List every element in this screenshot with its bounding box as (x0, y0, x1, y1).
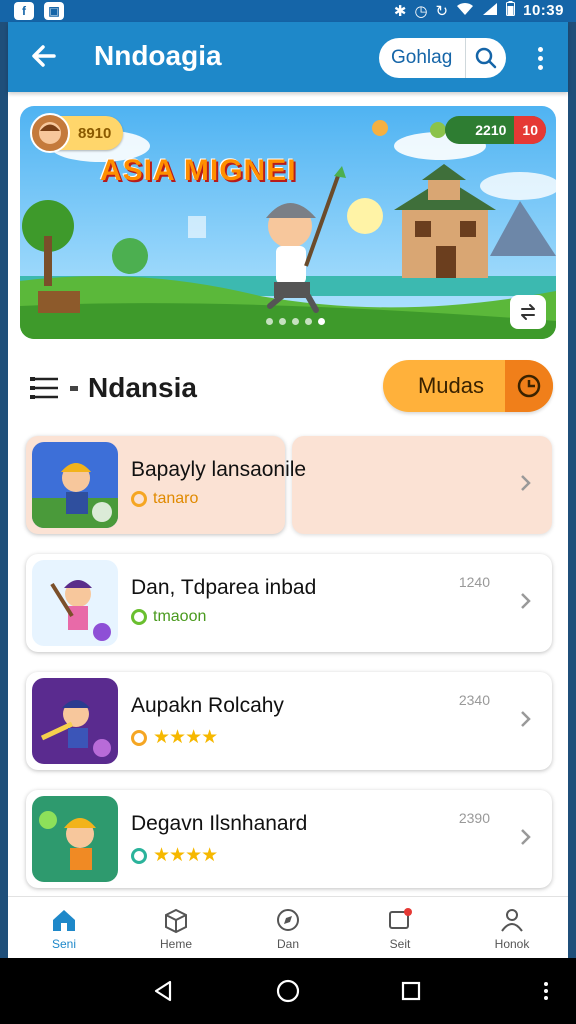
score-value: 2210 (475, 122, 507, 138)
app-bar: Nndoagia Gohlag (8, 22, 568, 92)
rating-stars-icon: ★★★★ (153, 727, 218, 748)
clock-time: 10:39 (523, 2, 564, 19)
back-button[interactable] (24, 36, 64, 76)
item-count: 2390 (458, 810, 490, 826)
list-view-icon[interactable] (26, 370, 62, 406)
image-notification-icon: ▣ (44, 2, 64, 20)
item-subtitle: tanaro (153, 490, 199, 507)
item-meta: ★★★★ (131, 844, 218, 867)
bluetooth-icon: ✱ (393, 2, 407, 20)
nav-item-messages[interactable]: Seit (344, 897, 456, 959)
chevron-right-icon (521, 593, 531, 609)
banner-expand-button[interactable] (510, 295, 546, 329)
nav-label: Seni (51, 937, 77, 951)
system-nav-bar (0, 958, 576, 1024)
sort-button[interactable]: Mudas (383, 360, 553, 412)
clock-icon (505, 360, 553, 412)
carousel-dot[interactable] (305, 318, 312, 325)
nav-label: Honok (494, 937, 530, 951)
section-header: Ndansia Mudas (8, 360, 568, 416)
search-icon[interactable] (465, 38, 506, 78)
item-count: 1240 (458, 574, 490, 590)
nav-item-profile[interactable]: Honok (456, 897, 568, 959)
status-dot-icon (131, 609, 147, 625)
item-title: Aupakn Rolcahy (131, 694, 284, 717)
battery-icon (506, 1, 516, 20)
message-icon (389, 908, 412, 929)
list-item[interactable]: Bapayly lansaonile tanaro (26, 436, 306, 534)
home-icon (53, 910, 75, 931)
list-item[interactable]: Degavn Ilsnhanard ★★★★ 2390 (26, 790, 552, 888)
search-label: Gohlag (391, 47, 453, 68)
status-dot-icon (131, 847, 147, 864)
system-back-button[interactable] (147, 975, 179, 1007)
dots-menu-icon (544, 982, 548, 1000)
nav-item-compass[interactable]: Dan (232, 897, 344, 959)
sort-label: Mudas (417, 373, 485, 398)
carousel-dot[interactable] (279, 318, 286, 325)
section-title: Ndansia (70, 372, 197, 403)
status-dot-icon (131, 491, 147, 507)
item-meta: tanaro (131, 490, 198, 508)
system-home-button[interactable] (272, 975, 304, 1007)
app-screen: Nndoagia Gohlag 8910 2210 10 ASIA MIGNEI… (8, 22, 568, 959)
nav-item-home[interactable]: Seni (8, 897, 120, 959)
nav-label: Seit (389, 937, 411, 951)
signal-icon (482, 2, 498, 20)
chevron-right-icon (521, 475, 531, 491)
chevron-right-icon (521, 711, 531, 727)
wifi-icon (456, 2, 474, 20)
more-menu-button[interactable] (528, 38, 552, 78)
score-counter: 2210 10 (445, 116, 546, 144)
list-item[interactable]: Dan, Tdparea inbad tmaoon 1240 (26, 554, 552, 652)
banner-title: ASIA MIGNEI (100, 154, 297, 187)
triangle-back-icon (154, 980, 172, 1002)
circle-home-icon (276, 979, 300, 1003)
profile-icon (501, 909, 523, 932)
box-icon (165, 908, 187, 934)
item-title: Dan, Tdparea inbad (131, 576, 317, 599)
status-dot-icon (131, 729, 147, 746)
score-badge: 10 (514, 116, 546, 144)
carousel-dot[interactable] (266, 318, 273, 325)
square-recents-icon (401, 981, 421, 1001)
nav-label: Heme (159, 937, 192, 951)
coin-counter: 8910 (30, 113, 124, 153)
game-thumbnail (32, 442, 118, 528)
arrow-left-icon (32, 45, 56, 67)
coin-value: 8910 (78, 124, 112, 142)
carousel-dot[interactable] (292, 318, 299, 325)
swap-icon (521, 304, 535, 320)
game-thumbnail (32, 560, 118, 646)
rating-stars-icon: ★★★★ (153, 845, 218, 866)
alarm-icon: ◷ (414, 2, 428, 20)
item-title: Bapayly lansaonile (131, 458, 307, 481)
system-recents-button[interactable] (395, 975, 427, 1007)
player-avatar[interactable] (30, 113, 70, 153)
item-subtitle: tmaoon (153, 608, 207, 625)
chevron-right-icon (521, 829, 531, 845)
item-title: Degavn Ilsnhanard (131, 812, 308, 835)
search-box[interactable]: Gohlag (379, 38, 506, 78)
item-meta: tmaoon (131, 608, 206, 626)
page-title: Nndoagia (94, 40, 222, 71)
nav-item-box[interactable]: Heme (120, 897, 232, 959)
app-notification-icon: f (14, 2, 34, 20)
list-item-placeholder[interactable] (292, 436, 552, 534)
game-thumbnail (32, 678, 118, 764)
sync-icon: ↻ (435, 2, 449, 20)
item-meta: ★★★★ (131, 726, 218, 749)
list-item[interactable]: Aupakn Rolcahy ★★★★ 2340 (26, 672, 552, 770)
system-menu-button[interactable] (530, 975, 562, 1007)
game-thumbnail (32, 796, 118, 882)
carousel-dots[interactable] (266, 318, 325, 325)
bottom-nav: Seni Heme Dan Seit Honok (8, 896, 568, 959)
status-bar: f ▣ ✱ ◷ ↻ 10:39 (0, 0, 576, 22)
carousel-dot[interactable] (318, 318, 325, 325)
item-count: 2340 (458, 692, 490, 708)
compass-icon (277, 909, 299, 931)
nav-label: Dan (276, 937, 299, 951)
promo-banner[interactable]: 8910 2210 10 ASIA MIGNEI (20, 106, 556, 339)
